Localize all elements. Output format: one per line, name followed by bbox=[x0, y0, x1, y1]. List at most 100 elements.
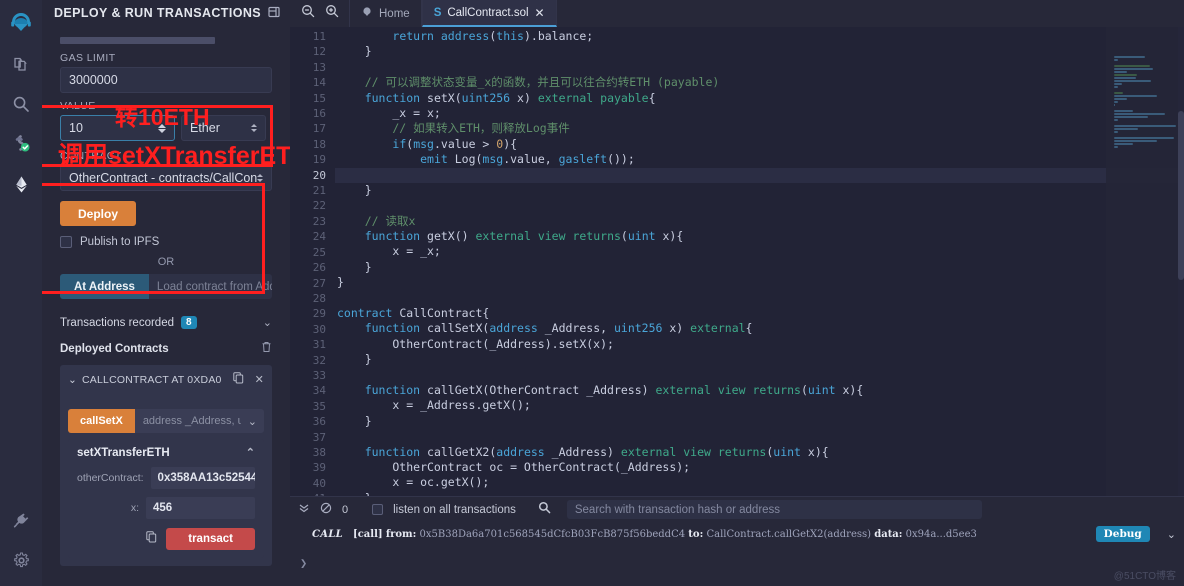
code-line: _x = x; bbox=[337, 106, 1184, 121]
code-line: function setX(uint256 x) external payabl… bbox=[337, 91, 1184, 106]
chevron-up-icon[interactable]: ⌃ bbox=[246, 446, 255, 459]
solidity-compiler-icon[interactable] bbox=[0, 124, 42, 164]
deployed-contracts-row: Deployed Contracts bbox=[60, 341, 272, 356]
chevron-down-icon[interactable]: ⌄ bbox=[68, 374, 77, 386]
at-address-button[interactable]: At Address bbox=[60, 274, 149, 299]
tab-home[interactable]: Home bbox=[349, 0, 422, 27]
param-othercontract-label: otherContract: bbox=[77, 472, 144, 484]
code-line: OtherContract oc = OtherContract(_Addres… bbox=[337, 460, 1184, 475]
file-explorer-icon[interactable] bbox=[0, 44, 42, 84]
solidity-file-icon: S bbox=[434, 7, 442, 19]
gas-limit-input[interactable]: 3000000 bbox=[60, 67, 272, 93]
value-unit-text: Ether bbox=[190, 121, 220, 135]
search-icon[interactable] bbox=[0, 84, 42, 124]
code-line: function callGetX(OtherContract _Address… bbox=[337, 383, 1184, 398]
callsetx-function-row: callSetX address _Address, uin ⌄ bbox=[68, 409, 264, 433]
param-x-row: x: 456 bbox=[77, 497, 255, 519]
listen-all-transactions-label: listen on all transactions bbox=[393, 504, 516, 516]
code-line bbox=[337, 368, 1184, 383]
transactions-recorded-row[interactable]: Transactions recorded 8 ⌄ bbox=[60, 316, 272, 329]
transactions-recorded-label: Transactions recorded bbox=[60, 317, 174, 329]
copy-calldata-icon[interactable] bbox=[146, 530, 157, 548]
account-placeholder-bar bbox=[60, 37, 215, 44]
editor-column: Home S CallContract.sol ✕ 11121314151617… bbox=[290, 0, 1184, 586]
code-content[interactable]: return address(this).balance; } // 可以调整状… bbox=[335, 27, 1184, 496]
tab-callcontract-sol[interactable]: S CallContract.sol ✕ bbox=[422, 0, 557, 27]
terminal-toolbar: 0 listen on all transactions Search with… bbox=[290, 497, 1184, 522]
value-stepper[interactable] bbox=[158, 124, 166, 133]
terminal-panel: 0 listen on all transactions Search with… bbox=[290, 496, 1184, 586]
code-line: } bbox=[337, 275, 1184, 290]
deployed-contract-card: ⌄ CALLCONTRACT AT 0XDA0...42B5 ✕ callSet… bbox=[60, 365, 272, 566]
panel-header: DEPLOY & RUN TRANSACTIONS bbox=[42, 0, 290, 26]
value-row: 10 Ether bbox=[60, 115, 272, 141]
zoom-in-icon[interactable] bbox=[325, 4, 339, 23]
remix-home-icon bbox=[361, 6, 373, 21]
settings-icon[interactable] bbox=[0, 540, 42, 580]
value-label: VALUE bbox=[60, 100, 272, 112]
code-line: if(msg.value > 0){ bbox=[337, 137, 1184, 152]
collapse-terminal-icon[interactable] bbox=[298, 501, 310, 519]
code-line: } bbox=[337, 352, 1184, 367]
plugin-manager-icon[interactable] bbox=[0, 500, 42, 540]
editor-tabbar: Home S CallContract.sol ✕ bbox=[290, 0, 1184, 27]
code-line: OtherContract(_Address).setX(x); bbox=[337, 337, 1184, 352]
chevron-down-icon[interactable]: ⌄ bbox=[1160, 528, 1176, 541]
watermark: @51CTO博客 bbox=[1114, 567, 1176, 582]
publish-ipfs-row[interactable]: Publish to IPFS bbox=[60, 236, 272, 248]
callsetx-button[interactable]: callSetX bbox=[68, 409, 135, 433]
deploy-run-panel: DEPLOY & RUN TRANSACTIONS GAS LIMIT 3000… bbox=[42, 0, 290, 586]
pending-transactions-count: 0 bbox=[342, 504, 348, 516]
trash-icon[interactable] bbox=[261, 341, 272, 356]
param-othercontract-input[interactable]: 0x358AA13c52544ECCI bbox=[151, 467, 255, 489]
terminal-log-row[interactable]: CALL [call] from: 0x5B38Da6a701c568545dC… bbox=[290, 524, 1184, 544]
contract-select[interactable]: OtherContract - contracts/CallContra bbox=[60, 165, 272, 191]
code-line: function callGetX2(address _Address) ext… bbox=[337, 445, 1184, 460]
deploy-button[interactable]: Deploy bbox=[60, 201, 136, 226]
editor-scrollbar-thumb[interactable] bbox=[1178, 111, 1184, 280]
close-icon[interactable]: ✕ bbox=[255, 373, 264, 386]
terminal-search-input[interactable]: Search with transaction hash or address bbox=[567, 500, 982, 519]
code-line bbox=[337, 198, 1184, 213]
code-line: } bbox=[337, 44, 1184, 59]
at-address-input[interactable]: Load contract from Addre bbox=[149, 274, 272, 299]
chevron-down-icon[interactable]: ⌄ bbox=[263, 316, 272, 329]
setxtransfereth-expander: setXTransferETH ⌃ otherContract: 0x358AA… bbox=[68, 439, 264, 558]
search-icon[interactable] bbox=[538, 501, 551, 519]
tab-file-label: CallContract.sol bbox=[447, 7, 528, 19]
transact-row: transact bbox=[77, 528, 255, 550]
icon-sidebar bbox=[0, 0, 42, 586]
code-line: } bbox=[337, 183, 1184, 198]
log-bracket: [call] bbox=[353, 529, 383, 540]
close-icon[interactable]: ✕ bbox=[535, 6, 545, 20]
editor-minimap[interactable] bbox=[1106, 27, 1184, 496]
editor-scrollbar[interactable] bbox=[1178, 27, 1184, 496]
contract-select-text: OtherContract - contracts/CallContra bbox=[69, 171, 257, 185]
callsetx-args-input[interactable]: address _Address, uin bbox=[135, 409, 241, 433]
publish-ipfs-checkbox[interactable] bbox=[60, 236, 72, 248]
setxtransfereth-header[interactable]: setXTransferETH ⌃ bbox=[77, 446, 255, 459]
terminal-log: CALL [call] from: 0x5B38Da6a701c568545dC… bbox=[290, 522, 1184, 586]
debug-button[interactable]: Debug bbox=[1096, 526, 1150, 542]
deploy-run-icon[interactable] bbox=[0, 164, 42, 204]
panel-menu-icon[interactable] bbox=[268, 6, 280, 21]
param-x-input[interactable]: 456 bbox=[146, 497, 255, 519]
code-editor[interactable]: 1112131415161718192021222324252627282930… bbox=[290, 27, 1184, 496]
clear-console-icon[interactable] bbox=[320, 501, 332, 519]
zoom-out-icon[interactable] bbox=[301, 4, 315, 23]
remix-logo-icon[interactable] bbox=[0, 4, 42, 44]
value-unit-select[interactable]: Ether bbox=[181, 115, 266, 141]
value-input-text: 10 bbox=[69, 121, 83, 135]
log-tag: CALL bbox=[312, 529, 343, 540]
copy-icon[interactable] bbox=[233, 372, 244, 387]
transact-button[interactable]: transact bbox=[166, 528, 255, 550]
code-line: } bbox=[337, 414, 1184, 429]
chevron-down-icon[interactable]: ⌄ bbox=[241, 409, 264, 433]
contract-card-header[interactable]: ⌄ CALLCONTRACT AT 0XDA0...42B5 ✕ bbox=[68, 372, 264, 387]
listen-all-transactions-checkbox[interactable] bbox=[372, 504, 383, 515]
line-number-gutter: 1112131415161718192021222324252627282930… bbox=[290, 27, 335, 496]
value-input[interactable]: 10 bbox=[60, 115, 175, 141]
terminal-prompt[interactable]: ❯ bbox=[290, 544, 1184, 570]
at-address-row: At Address Load contract from Addre bbox=[60, 274, 272, 299]
transactions-recorded-count: 8 bbox=[181, 316, 197, 329]
